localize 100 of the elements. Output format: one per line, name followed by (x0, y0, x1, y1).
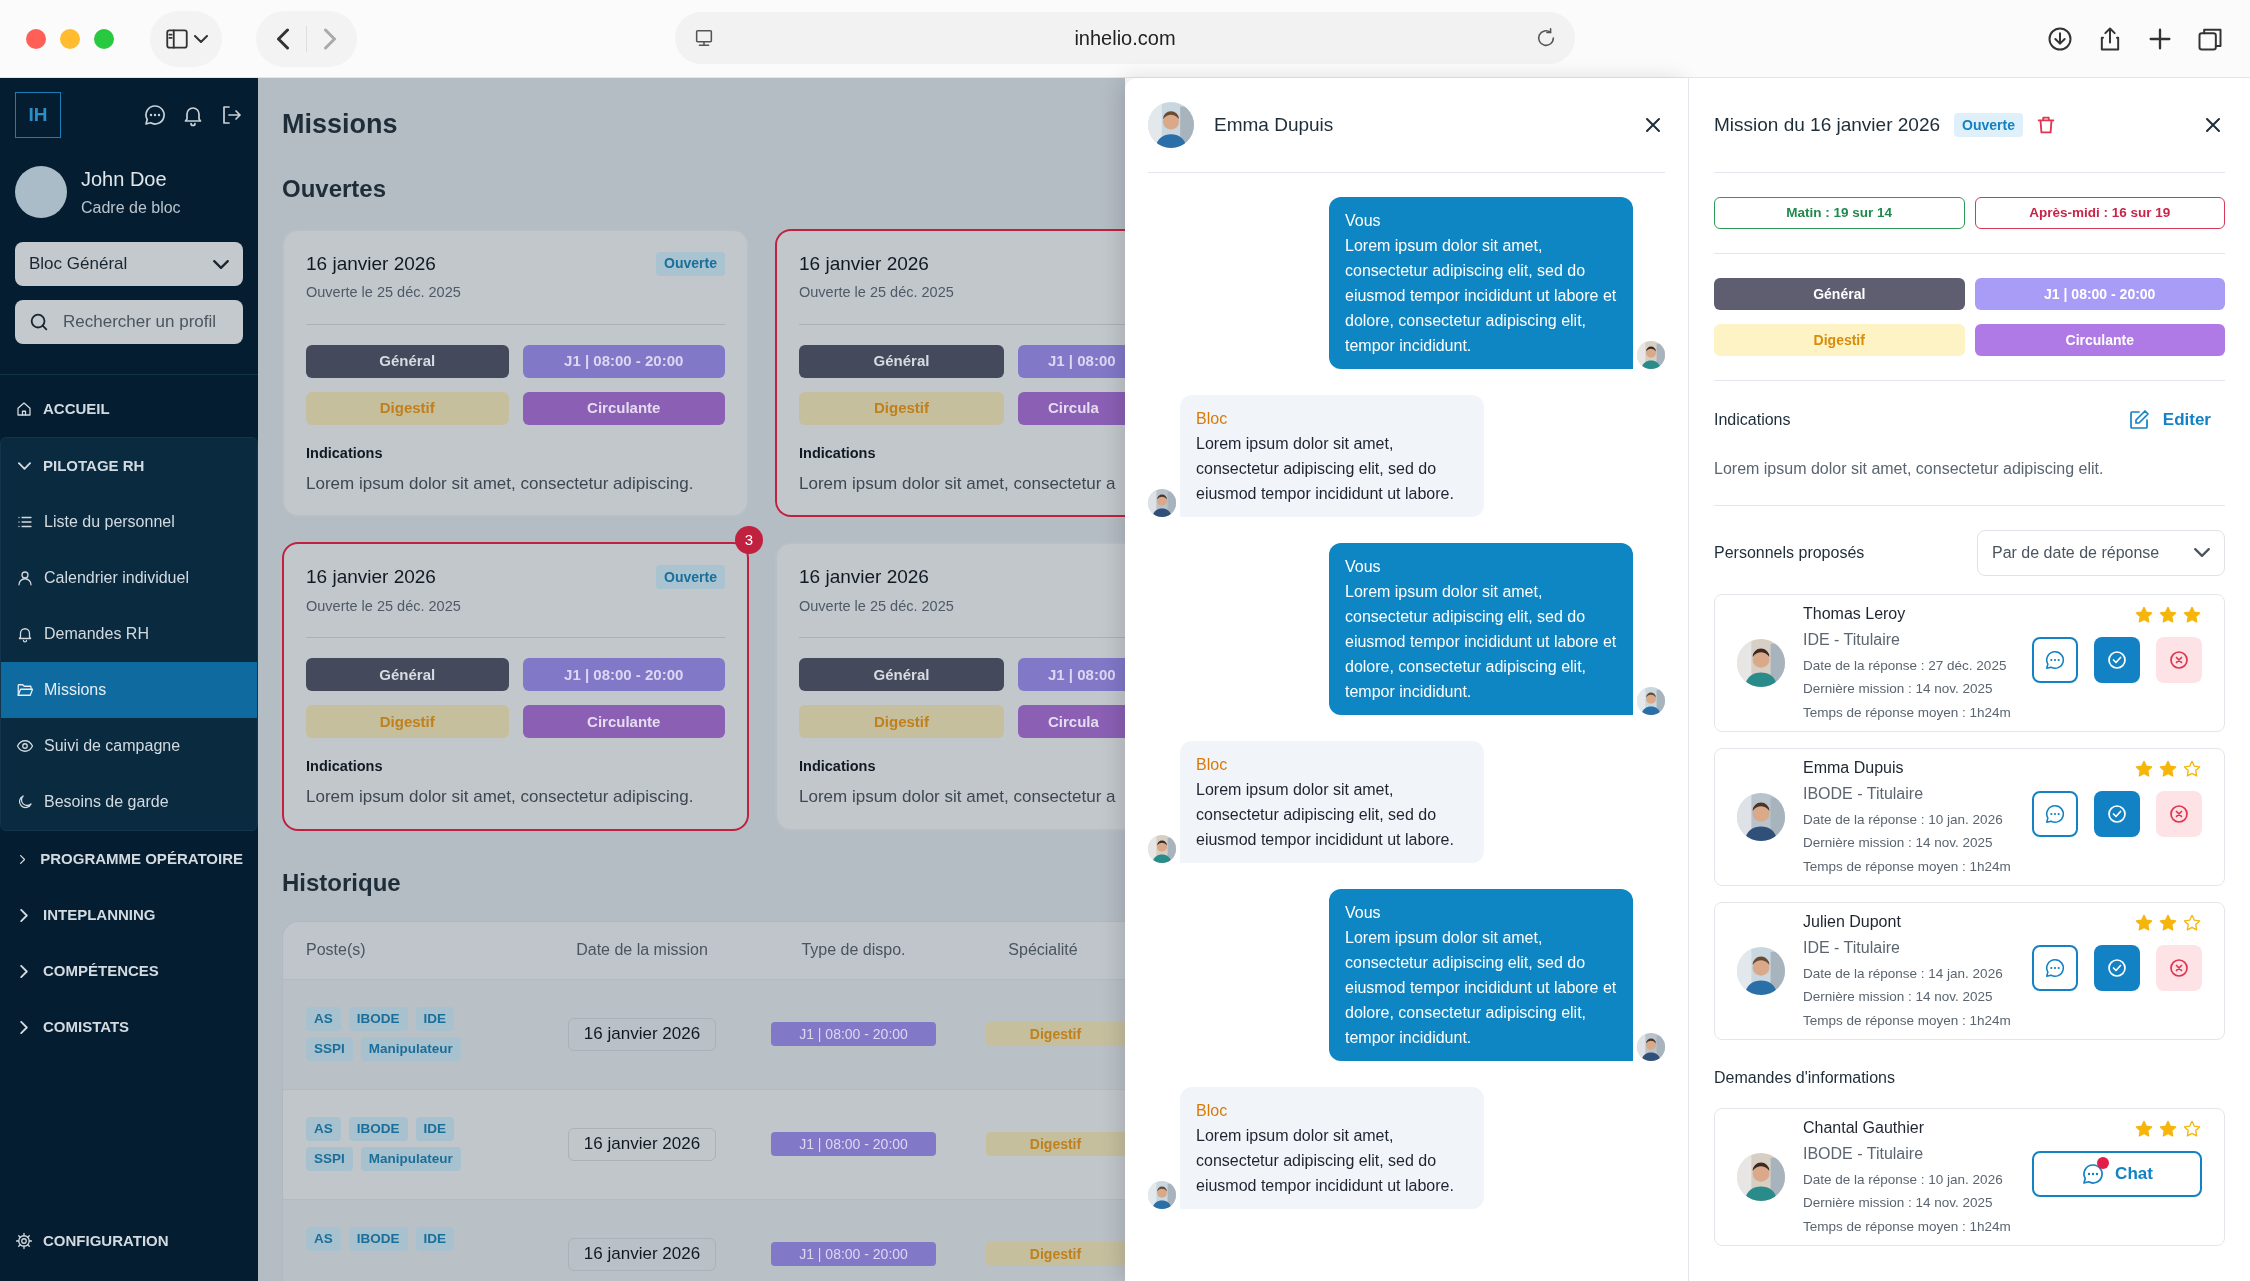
nav-link[interactable]: ACCUEIL (0, 381, 258, 437)
message-text: Lorem ipsum dolor sit amet, consectetur adipiscing elit, sed do eiusmod tempor incididunt ut labore. (1196, 434, 1455, 504)
indications-text: Lorem ipsum dolor sit amet, consectetur adipiscing. (306, 786, 695, 808)
message-button[interactable] (2032, 790, 2078, 837)
last-mission: Dernière mission : 14 nov. 2025 (1803, 680, 1994, 699)
role-chip: Manipulateur (360, 1037, 461, 1061)
star-icon (2182, 758, 2202, 779)
tag: Digestif (986, 1242, 1125, 1266)
message-text: Lorem ipsum dolor sit amet, consectetur adipiscing elit, sed do eiusmod tempor incididunt ut labore et dolore, consectetur adipiscing elit, tempor incididunt. (1345, 582, 1617, 702)
star-icon (2182, 912, 2202, 933)
chat-icon (2044, 956, 2066, 979)
accept-button[interactable] (2094, 790, 2140, 837)
window-control[interactable] (26, 28, 46, 49)
tag: Digestif (306, 705, 509, 739)
star-icon (2158, 912, 2178, 933)
message-text: Lorem ipsum dolor sit amet, consectetur adipiscing elit, sed do eiusmod tempor incididunt ut labore et dolore, consectetur adipiscing elit, tempor incididunt. (1345, 236, 1617, 356)
indications-label: Indications (306, 443, 384, 463)
response-time: Temps de réponse moyen : 1h24m (1803, 703, 2012, 722)
coverage-badge: Matin : 19 sur 14 (1714, 197, 1965, 229)
bell-icon (16, 625, 34, 643)
edit-link[interactable]: Editer (2126, 407, 2225, 433)
nav-section[interactable]: COMISTATS (0, 999, 258, 1055)
chat-icon[interactable] (143, 103, 167, 127)
tag: Circulante (522, 391, 725, 425)
person-name: Julien Dupont (1803, 912, 1902, 933)
mission-card[interactable]: 16 janvier 2026 Ouverte le 25 déc. 2025 Ouverte Général J1 | 08:00 - 20:00 Digestif Circulante Indications Lorem ipsum dolor sit amet, consectetur adipiscing. (282, 228, 749, 517)
count-badge: 3 (735, 526, 763, 554)
accept-button[interactable] (2094, 944, 2140, 991)
nav-item[interactable]: Besoins de garde (1, 774, 257, 830)
tag: Circula (1018, 705, 1125, 739)
search-field[interactable]: Rechercher un profil (15, 300, 243, 344)
star-icon (2158, 1118, 2178, 1139)
tag: J1 | 08:00 - 20:00 (771, 1242, 936, 1266)
nav-item[interactable]: Suivi de campagne (1, 718, 257, 774)
back-icon[interactable] (277, 27, 289, 50)
nav-section[interactable]: INTEPLANNING (0, 887, 258, 943)
mission-date: 16 janvier 2026 (306, 251, 437, 276)
search-icon (28, 311, 50, 333)
person-role: IDE - Titulaire (1803, 630, 1901, 651)
tag: Digestif (1714, 324, 1965, 356)
decline-button[interactable] (2156, 944, 2202, 991)
tag: Digestif (799, 705, 1004, 739)
tag: Digestif (306, 391, 509, 425)
message-author: Bloc (1196, 755, 1229, 775)
nav-section[interactable]: COMPÉTENCES (0, 943, 258, 999)
nav-section[interactable]: PROGRAMME OPÉRATOIRE (0, 831, 258, 887)
indications-label: Indications (799, 757, 877, 777)
nav-item[interactable]: Calendrier individuel (1, 550, 257, 606)
accept-button[interactable] (2094, 636, 2140, 683)
mission-title: Mission du 16 janvier 2026 (1714, 112, 1941, 137)
tag: Général (306, 344, 509, 378)
role-chip: IDE (415, 1227, 455, 1251)
nav-item[interactable]: Demandes RH (1, 606, 257, 662)
logo: IH (15, 92, 61, 138)
tag: Digestif (986, 1022, 1125, 1046)
role-chip: SSPI (306, 1037, 353, 1061)
mission-date: 16 janvier 2026 (306, 565, 437, 589)
mission-date: 16 janvier 2026 (799, 251, 930, 276)
decline-button[interactable] (2156, 636, 2202, 683)
nav-item[interactable]: Missions (1, 662, 257, 718)
reload-icon[interactable] (1535, 27, 1557, 49)
person-role: IDE - Titulaire (1803, 938, 1901, 959)
chat-icon (2081, 1161, 2106, 1186)
tag: J1 | 08:00 - 20:00 (522, 344, 725, 378)
message-author: Vous (1345, 211, 1382, 231)
address-bar[interactable]: inhelio.com (675, 12, 1575, 64)
sort-select[interactable]: Par de date de réponse (1977, 529, 2225, 576)
section-title: Ouvertes (282, 173, 388, 204)
site-select[interactable]: Bloc Général (15, 242, 243, 286)
indications-text: Lorem ipsum dolor sit amet, consectetur a (799, 786, 1117, 808)
nav-link[interactable]: CONFIGURATION (0, 1213, 258, 1269)
message-author: Bloc (1196, 1101, 1229, 1121)
chat-button[interactable]: Chat (2032, 1150, 2202, 1197)
mission-card[interactable]: 16 janvier 2026 Ouverte le 25 déc. 2025 Général J1 | 08:00 Digestif Circula Indications Lorem ipsum dolor sit amet, consectetur a (775, 228, 1125, 517)
tag: Circula (1018, 391, 1125, 425)
column-header: Date de la mission (575, 940, 709, 960)
star-icon (2158, 604, 2178, 625)
decline-button[interactable] (2156, 790, 2202, 837)
role-chip: IDE (415, 1117, 455, 1141)
section-title: Personnels proposés (1714, 542, 1865, 563)
eye-icon (16, 737, 34, 755)
nav-section[interactable]: PILOTAGE RH (1, 438, 257, 494)
chevron-down-icon (194, 34, 208, 43)
mission-card[interactable]: 16 janvier 2026 Ouverte le 25 déc. 2025 Général J1 | 08:00 Digestif Circula Indications Lorem ipsum dolor sit amet, consectetur a (775, 542, 1125, 831)
indications-text: Lorem ipsum dolor sit amet, consectetur a (799, 472, 1117, 495)
message-button[interactable] (2032, 944, 2078, 991)
message-button[interactable] (2032, 636, 2078, 683)
role-chip: IBODE (348, 1007, 408, 1031)
indications-label: Indications (799, 443, 877, 463)
chat-icon (2044, 648, 2066, 671)
response-time: Temps de réponse moyen : 1h24m (1803, 1011, 2012, 1030)
user-role: Cadre de bloc (81, 198, 181, 218)
last-mission: Dernière mission : 14 nov. 2025 (1803, 1194, 1994, 1213)
nav-item[interactable]: Liste du personnel (1, 494, 257, 550)
user-icon (16, 569, 34, 587)
opened-date: Ouverte le 25 déc. 2025 (799, 596, 954, 616)
message-author: Vous (1345, 903, 1382, 923)
role-chip: AS (306, 1227, 341, 1251)
star-icon (2158, 758, 2178, 779)
date-field: 16 janvier 2026 (567, 1237, 717, 1271)
